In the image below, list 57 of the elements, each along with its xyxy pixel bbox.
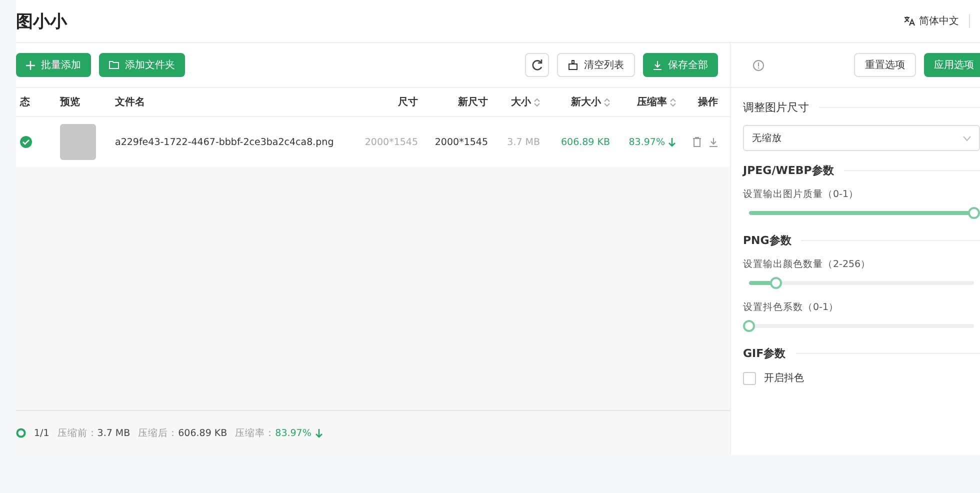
table-cell: 3.7 MB	[507, 136, 540, 148]
file-name: a229fe43-1722-4467-bbbf-2ce3ba2c4ca8.png	[115, 136, 334, 148]
check-circle-icon	[20, 136, 32, 148]
slider-handle[interactable]	[770, 277, 782, 289]
column-header: 预览	[60, 96, 80, 109]
section-title: PNG参数	[743, 233, 792, 248]
checkbox[interactable]	[743, 372, 756, 384]
app-title: 图小小	[16, 10, 67, 32]
resize-select[interactable]: 无缩放	[743, 125, 980, 151]
column-header: 操作	[698, 96, 718, 109]
slider-label: 设置输出颜色数量（2-256）	[743, 258, 872, 271]
sort-icon[interactable]	[604, 98, 610, 106]
table-cell: 2000*1545	[364, 136, 418, 148]
table-cell: 606.89 KB	[560, 136, 610, 148]
refresh-button[interactable]	[525, 53, 549, 77]
arrow-down-icon	[315, 428, 324, 438]
column-header: 压缩率	[637, 95, 667, 109]
column-header: 尺寸	[398, 96, 418, 109]
checkbox-label: 开启抖色	[764, 372, 804, 385]
progress-ring-icon	[16, 428, 26, 438]
stat-label: 压缩后：	[138, 426, 178, 440]
stat-value: 83.97%	[275, 428, 312, 438]
translate-icon	[904, 16, 915, 26]
slider-label: 设置抖色系数（0-1）	[743, 301, 840, 314]
language-menu[interactable]: 简体中文	[904, 14, 959, 28]
arrow-down-icon	[668, 138, 676, 146]
image-thumbnail	[60, 124, 96, 160]
folder-icon	[109, 61, 119, 69]
section-title: 调整图片尺寸	[743, 100, 809, 115]
table-cell: 83.97%	[628, 136, 665, 148]
sort-icon[interactable]	[670, 98, 676, 106]
progress-count: 1/1	[34, 428, 50, 438]
stat-label: 压缩前：	[57, 426, 98, 440]
column-header: 态	[20, 96, 30, 109]
column-header: 新大小	[571, 95, 601, 109]
table-cell: 2000*1545	[434, 136, 488, 148]
column-header: 文件名	[115, 96, 145, 109]
download-icon[interactable]	[709, 138, 718, 146]
clear-list-button[interactable]: 清空列表	[557, 53, 635, 77]
download-icon	[653, 60, 662, 70]
column-header: 新尺寸	[458, 95, 488, 109]
sort-icon[interactable]	[534, 98, 540, 106]
slider-handle[interactable]	[968, 207, 980, 219]
stat-label: 压缩率：	[235, 426, 276, 440]
chevron-down-icon	[963, 136, 971, 140]
refresh-icon	[531, 59, 543, 71]
stat-value: 606.89 KB	[178, 428, 228, 438]
reset-options-button[interactable]: 重置选项	[854, 53, 916, 77]
section-title: JPEG/WEBP参数	[743, 163, 834, 178]
info-icon[interactable]	[753, 60, 764, 70]
stat-value: 3.7 MB	[97, 428, 130, 438]
plus-icon	[26, 60, 35, 70]
slider-handle[interactable]	[743, 320, 755, 332]
slider-label: 设置输出图片质量（0-1）	[743, 188, 860, 201]
section-title: GIF参数	[743, 346, 786, 361]
trash-icon[interactable]	[693, 137, 701, 147]
column-header: 大小	[511, 96, 531, 109]
